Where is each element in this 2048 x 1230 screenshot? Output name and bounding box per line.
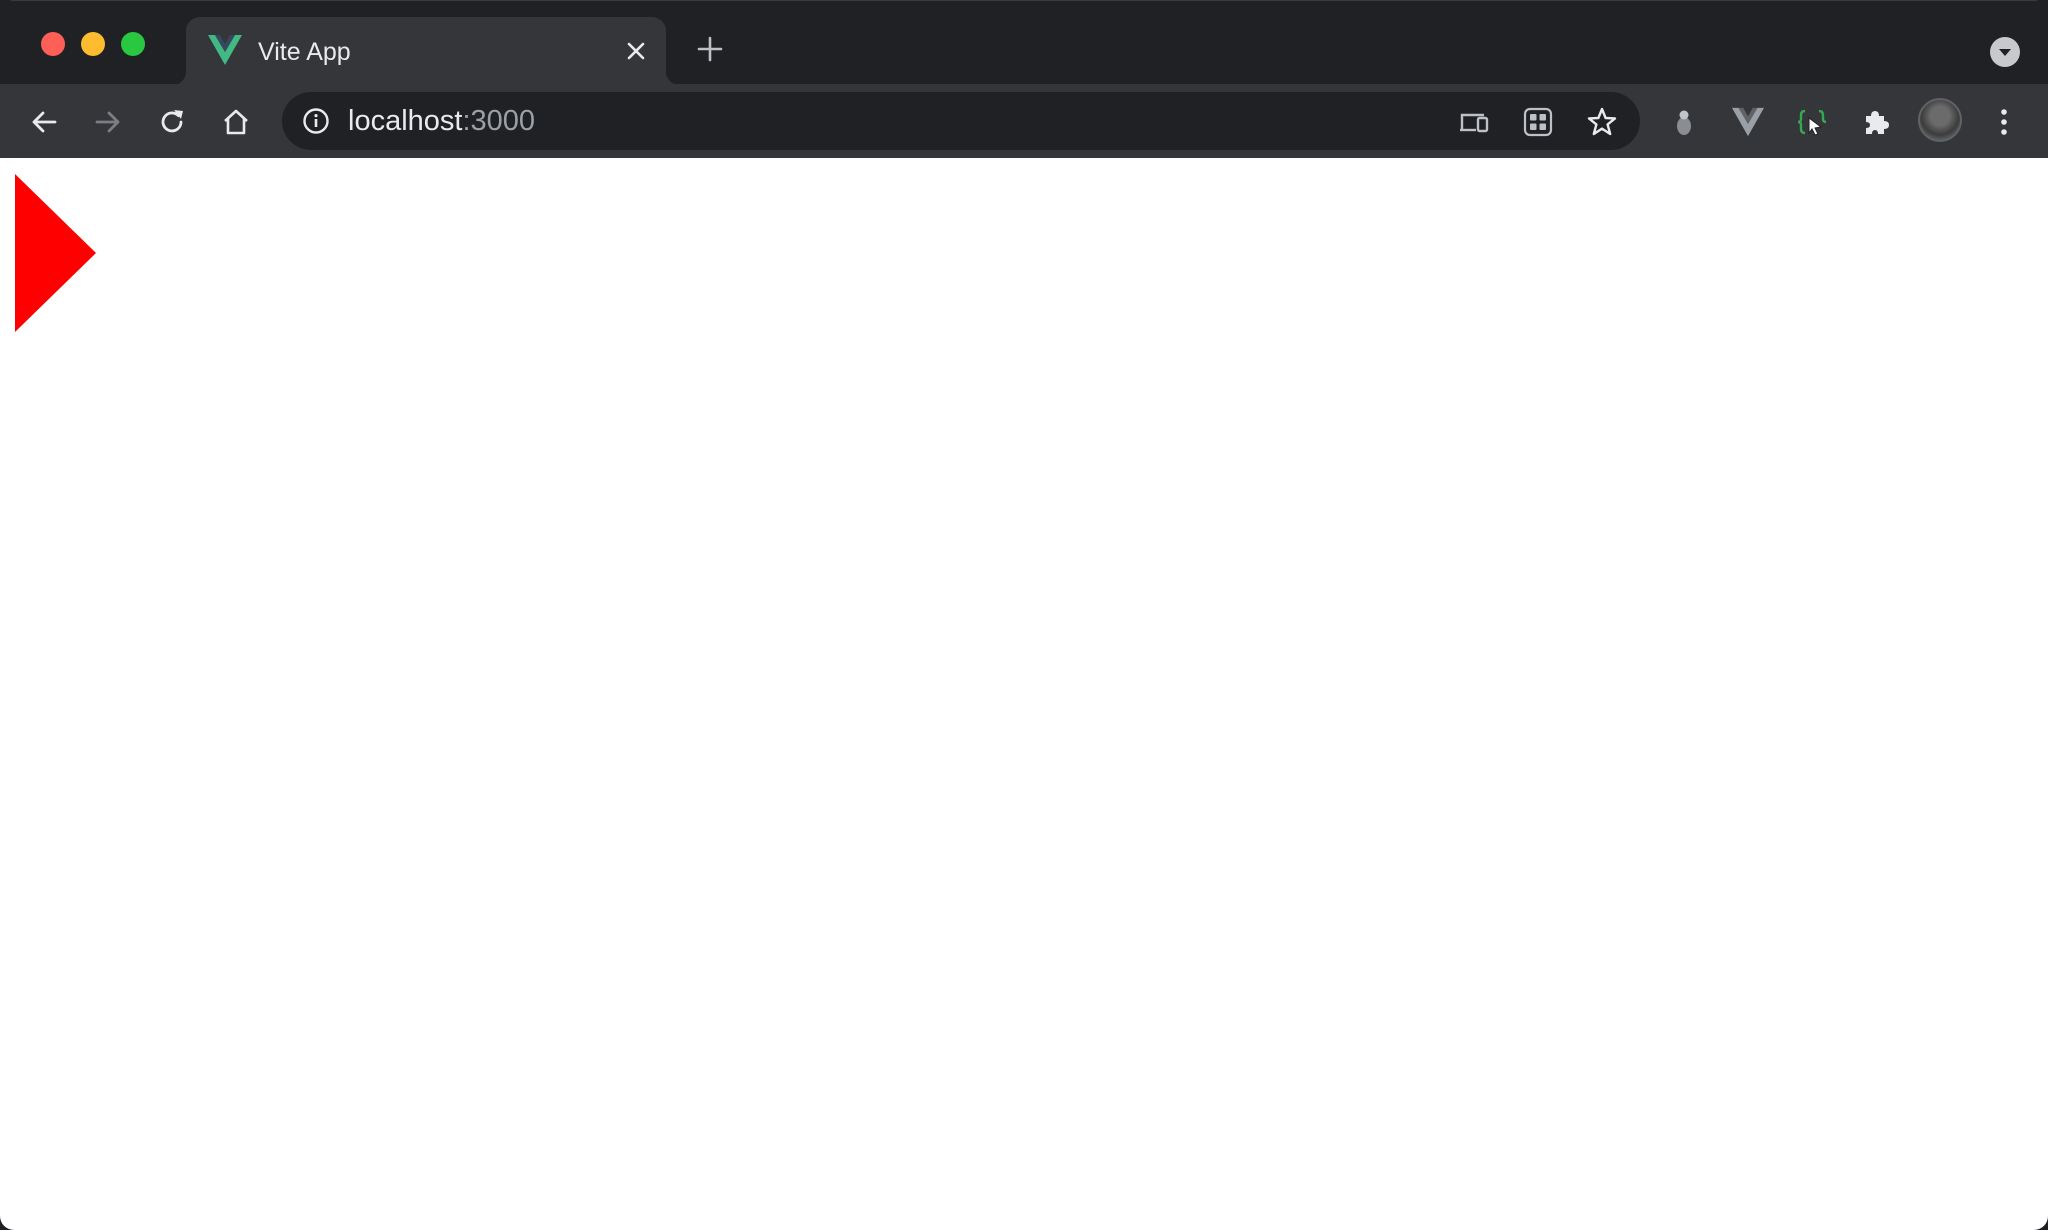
url-text[interactable]: localhost:3000 — [348, 105, 535, 137]
browser-toolbar: localhost:3000 — [0, 84, 2048, 158]
new-tab-button[interactable] — [696, 35, 724, 63]
address-bar[interactable]: localhost:3000 — [282, 92, 1640, 150]
url-host: localhost — [348, 105, 463, 137]
red-triangle-shape — [15, 174, 96, 332]
back-arrow-icon[interactable] — [28, 106, 60, 138]
menu-kebab-icon[interactable] — [1988, 106, 2020, 138]
chevron-down-icon — [1999, 49, 2011, 56]
tab-search-button[interactable] — [1990, 37, 2020, 67]
close-tab-icon[interactable] — [624, 39, 648, 63]
home-icon[interactable] — [220, 106, 252, 138]
tab-strip: Vite App — [0, 0, 2048, 85]
apps-icon[interactable] — [1522, 106, 1554, 138]
vue-logo-icon — [208, 35, 242, 65]
page-viewport — [0, 158, 2048, 1230]
reload-icon[interactable] — [156, 106, 188, 138]
window-minimize-button[interactable] — [81, 32, 105, 56]
selector-extension-icon[interactable] — [1796, 106, 1828, 138]
cast-icon[interactable] — [1458, 106, 1490, 138]
forward-arrow-icon[interactable] — [92, 106, 124, 138]
lightbulb-extension-icon[interactable] — [1668, 106, 1700, 138]
puzzle-extensions-icon[interactable] — [1860, 106, 1892, 138]
tab-title: Vite App — [258, 38, 351, 66]
url-port: :3000 — [462, 105, 536, 137]
tab-vite-app[interactable]: Vite App — [172, 17, 680, 85]
browser-window: Vite App localhost:3000 — [0, 0, 2048, 1230]
profile-avatar[interactable] — [1918, 98, 1962, 142]
star-icon[interactable] — [1586, 106, 1618, 138]
window-maximize-button[interactable] — [121, 32, 145, 56]
vue-devtools-icon[interactable] — [1732, 106, 1764, 138]
info-icon[interactable] — [302, 107, 330, 135]
window-close-button[interactable] — [41, 32, 65, 56]
